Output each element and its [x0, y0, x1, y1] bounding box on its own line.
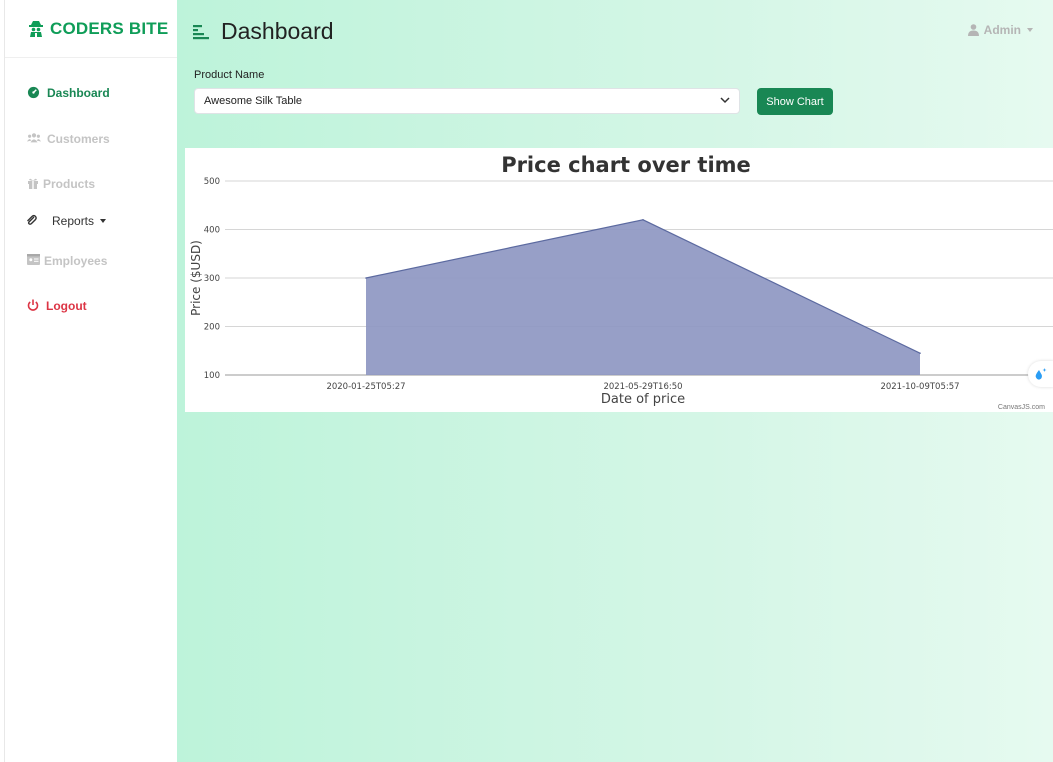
chevron-down-icon [720, 97, 730, 104]
main-content: Dashboard Admin Product Name Awesome Sil… [177, 0, 1053, 762]
user-icon [967, 24, 979, 36]
tachometer-icon [27, 86, 41, 100]
sidebar-item-label: Products [43, 177, 96, 191]
x-tick-label: 2020-01-25T05:27 [326, 382, 405, 392]
data-point [919, 352, 921, 354]
chart-svg: Price chart over time 100 200 300 400 500 2020… [189, 153, 1053, 407]
x-tick-label: 2021-05-29T16:50 [603, 382, 682, 392]
gift-icon [27, 177, 41, 191]
sidebar-item-products[interactable]: Products [27, 177, 95, 191]
product-select-value: Awesome Silk Table [204, 95, 303, 107]
chart-credit[interactable]: CanvasJS.com [998, 404, 1045, 411]
sidebar-item-label: Employees [44, 254, 108, 268]
users-icon [27, 132, 41, 146]
chevron-down-icon [100, 219, 107, 223]
sidebar-item-customers[interactable]: Customers [27, 132, 110, 146]
price-area [366, 219, 920, 375]
spy-icon [29, 20, 43, 37]
sidebar-item-dashboard[interactable]: Dashboard [27, 86, 110, 100]
chart-tool-button[interactable] [1028, 361, 1053, 387]
y-tick-label: 300 [204, 274, 220, 284]
sidebar-item-employees[interactable]: Employees [27, 254, 107, 268]
data-point [642, 219, 644, 221]
y-tick-label: 400 [204, 226, 220, 236]
show-chart-button[interactable]: Show Chart [757, 88, 833, 115]
y-tick-label: 200 [204, 323, 220, 333]
brand-name: CODERS BITE [50, 18, 169, 38]
align-left-icon[interactable] [193, 24, 209, 40]
x-tick-label: 2021-10-09T05:57 [880, 382, 959, 392]
brand[interactable]: CODERS BITE [5, 0, 177, 58]
product-select[interactable]: Awesome Silk Table [194, 88, 740, 114]
sidebar-item-label: Customers [47, 132, 110, 146]
chart-title: Price chart over time [501, 153, 751, 177]
topbar: Dashboard [193, 18, 334, 45]
user-menu[interactable]: Admin [967, 23, 1033, 37]
sidebar-item-label: Reports [52, 214, 95, 228]
logout-button[interactable]: Logout [27, 299, 87, 313]
page-title: Dashboard [221, 18, 334, 44]
sidebar-item-label: Dashboard [47, 86, 110, 100]
id-card-icon [27, 254, 41, 268]
product-name-label: Product Name [194, 69, 265, 81]
power-icon [27, 299, 41, 313]
chevron-down-icon [1027, 28, 1033, 32]
y-axis-title: Price ($USD) [189, 240, 203, 316]
droplet-icon [1035, 368, 1047, 380]
sidebar-item-label: Logout [46, 299, 87, 313]
sidebar-item-reports[interactable]: Reports [25, 214, 107, 228]
user-name: Admin [983, 23, 1021, 37]
sidebar: CODERS BITE Dashboard Customers Products… [4, 0, 177, 762]
paperclip-icon [25, 214, 39, 228]
y-tick-label: 100 [204, 371, 220, 381]
data-point [365, 277, 367, 279]
x-axis-title: Date of price [601, 392, 685, 407]
price-chart: Price chart over time 100 200 300 400 500 2020… [185, 148, 1053, 412]
y-tick-label: 500 [204, 177, 220, 187]
